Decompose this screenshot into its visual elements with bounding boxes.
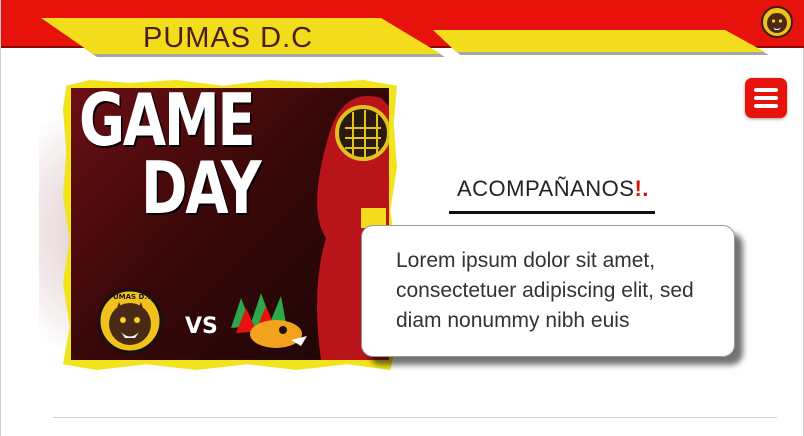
accompany-text: ACOMPAÑANOS bbox=[457, 176, 635, 201]
menu-bar bbox=[754, 88, 778, 92]
rival-team-logo bbox=[231, 293, 307, 348]
heading-underline bbox=[449, 211, 655, 214]
poster-day-text: DAY bbox=[141, 146, 262, 230]
team-logo-text: PUMAS D.C bbox=[108, 293, 152, 301]
game-day-poster[interactable]: GAME DAY PUMAS D.C VS bbox=[71, 88, 389, 360]
puma-logo-icon[interactable] bbox=[761, 6, 793, 38]
accompany-heading: ACOMPAÑANOS!. bbox=[457, 176, 649, 202]
section-divider bbox=[53, 417, 777, 418]
description-text: Lorem ipsum dolor sit amet, consectetuer… bbox=[396, 249, 694, 332]
secondary-banner bbox=[433, 30, 765, 52]
menu-bar bbox=[754, 96, 778, 100]
site-title[interactable]: PUMAS D.C bbox=[143, 18, 313, 54]
description-card: Lorem ipsum dolor sit amet, consectetuer… bbox=[361, 225, 735, 357]
hamburger-menu-button[interactable] bbox=[745, 78, 787, 118]
versus-text: VS bbox=[185, 314, 218, 339]
menu-bar bbox=[754, 104, 778, 108]
accompany-exclamation: !. bbox=[634, 176, 649, 201]
poster-game-text: GAME bbox=[79, 88, 256, 162]
pumas-team-logo: PUMAS D.C bbox=[97, 288, 163, 354]
